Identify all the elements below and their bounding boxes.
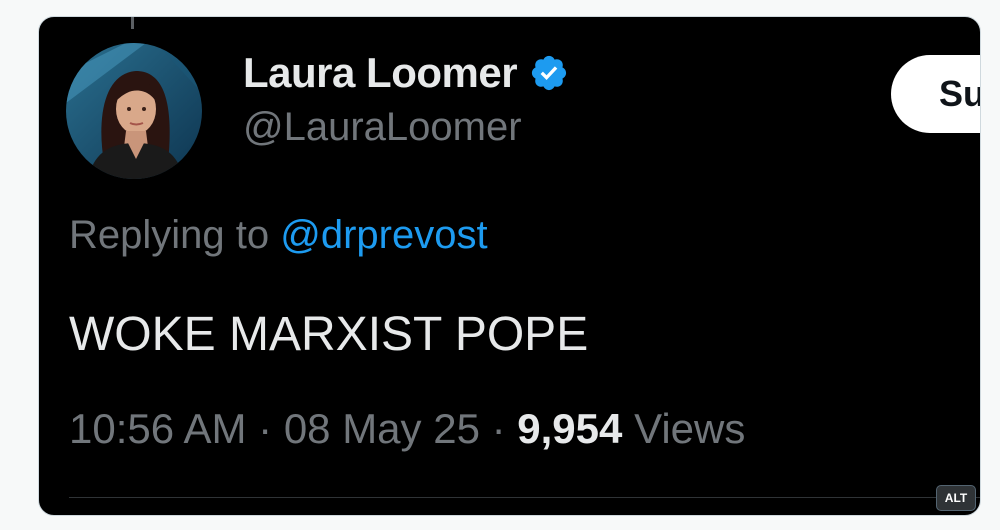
replying-to-line: Replying to @drprevost xyxy=(69,213,488,258)
author-display-name[interactable]: Laura Loomer xyxy=(243,49,518,97)
tweet-date[interactable]: 08 May 25 xyxy=(284,405,480,452)
thread-connector xyxy=(131,17,134,29)
avatar-image xyxy=(66,43,202,179)
tweet-meta: 10:56 AM · 08 May 25 · 9,954 Views xyxy=(69,405,745,453)
avatar[interactable] xyxy=(66,43,202,179)
author-name-row: Laura Loomer xyxy=(243,43,569,103)
tweet-time[interactable]: 10:56 AM xyxy=(69,405,246,452)
tweet-text: WOKE MARXIST POPE xyxy=(69,308,589,361)
replying-to-prefix: Replying to xyxy=(69,213,270,257)
meta-separator: · xyxy=(491,405,506,452)
replying-to-handle-link[interactable]: @drprevost xyxy=(280,213,487,257)
subscribe-button[interactable]: Su xyxy=(891,55,980,133)
views-label: Views xyxy=(634,405,746,452)
views-count[interactable]: 9,954 xyxy=(517,405,622,452)
meta-separator: · xyxy=(258,405,273,452)
author-handle[interactable]: @LauraLoomer xyxy=(243,105,522,150)
alt-text-badge[interactable]: ALT xyxy=(936,485,976,511)
verified-badge-icon[interactable] xyxy=(529,53,569,93)
divider xyxy=(69,497,980,498)
tweet-card[interactable]: Laura Loomer @LauraLoomer Su Replying to… xyxy=(38,16,981,516)
